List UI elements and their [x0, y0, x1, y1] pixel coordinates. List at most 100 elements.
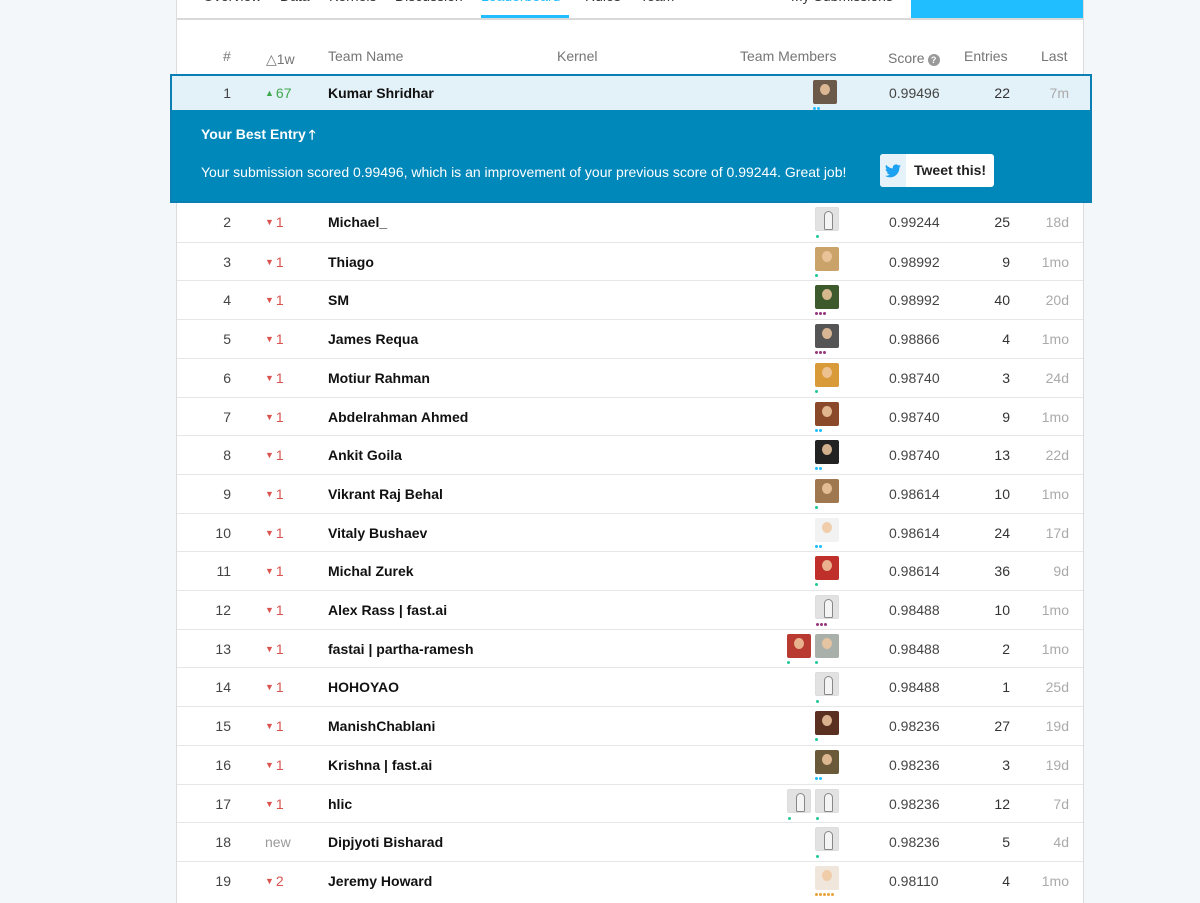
rank-change: ▲ 67 — [265, 85, 292, 101]
tab-overview[interactable]: Overview — [203, 0, 261, 18]
team-name-link[interactable]: Krishna | fast.ai — [328, 757, 432, 773]
last-submission: 1mo — [1041, 253, 1069, 270]
rank-change-value: 1 — [275, 756, 284, 773]
team-name-link[interactable]: Vikrant Raj Behal — [328, 486, 443, 502]
avatar[interactable] — [815, 478, 839, 509]
avatar[interactable] — [815, 827, 839, 859]
rank: 7 — [223, 408, 231, 425]
avatar[interactable] — [815, 749, 839, 780]
tab-rules[interactable]: Rules — [585, 0, 621, 18]
tier-indicator — [787, 660, 790, 664]
col-last[interactable]: Last — [1041, 48, 1067, 64]
rank-change: ▼ 1 — [265, 602, 284, 618]
team-name-link[interactable]: Dipjyoti Bisharad — [328, 834, 443, 850]
avatar[interactable] — [815, 517, 839, 548]
score: 0.98236 — [889, 718, 940, 735]
rank-change: ▼ 1 — [265, 447, 284, 463]
team-name-link[interactable]: Motiur Rahman — [328, 370, 430, 386]
team-name-link[interactable]: Ankit Goila — [328, 447, 402, 463]
rank-change: ▼ 1 — [265, 757, 284, 773]
rank: 11 — [216, 563, 231, 580]
avatar[interactable] — [815, 401, 839, 432]
tab-team[interactable]: Team — [640, 0, 674, 18]
col-entries[interactable]: Entries — [964, 48, 1008, 64]
tweet-label: Tweet this! — [914, 162, 987, 178]
entries: 24 — [994, 524, 1010, 541]
rank-change: new — [265, 834, 291, 850]
team-name-link[interactable]: ManishChablani — [328, 718, 435, 734]
tier-indicator — [815, 467, 822, 471]
tier-indicator — [788, 816, 791, 820]
help-icon[interactable]: ? — [927, 54, 940, 66]
team-name-link[interactable]: fastai | partha-ramesh — [328, 641, 474, 657]
tab-discussion[interactable]: Discussion — [395, 0, 463, 18]
col-rank[interactable]: # — [223, 48, 231, 64]
triangle-down-icon: ▼ — [265, 682, 274, 693]
rank-change: ▼ 1 — [265, 796, 284, 812]
triangle-down-icon: ▼ — [265, 721, 274, 732]
avatar[interactable] — [815, 595, 839, 626]
avatar[interactable] — [815, 324, 839, 355]
team-name-link[interactable]: Michal Zurek — [328, 563, 414, 579]
team-members — [815, 595, 839, 626]
rank-change-value: 1 — [275, 447, 284, 464]
triangle-down-icon: ▼ — [265, 411, 274, 422]
rank: 3 — [223, 253, 231, 270]
col-kernel: Kernel — [557, 48, 598, 64]
last-submission: 1mo — [1041, 872, 1069, 889]
avatar[interactable] — [815, 246, 839, 277]
last-submission: 19d — [1045, 756, 1069, 773]
team-name-link[interactable]: Thiago — [328, 254, 374, 270]
tab-kernels[interactable]: Kernels — [329, 0, 376, 18]
avatar[interactable] — [815, 788, 839, 820]
avatar[interactable] — [815, 711, 839, 742]
tab-leaderboard[interactable]: Leaderboard — [481, 0, 569, 18]
team-members — [815, 478, 839, 509]
tier-indicator — [815, 351, 826, 355]
col-score[interactable]: Score? — [888, 50, 940, 66]
team-name-link[interactable]: Jeremy Howard — [328, 873, 432, 889]
tweet-button[interactable]: Tweet this! — [880, 154, 994, 187]
col-delta[interactable]: △1w — [266, 51, 295, 68]
team-name-link[interactable]: Alex Rass | fast.ai — [328, 602, 447, 618]
avatar[interactable] — [815, 207, 839, 238]
avatar[interactable] — [815, 362, 839, 393]
team-name-link[interactable]: hlic — [328, 796, 352, 812]
avatar[interactable] — [815, 865, 839, 896]
team-name-link[interactable]: Kumar Shridhar — [328, 85, 434, 101]
submit-predictions-button[interactable]: Submit Predictions — [911, 0, 1083, 18]
avatar[interactable] — [815, 440, 839, 471]
table-row: 10 ▼ 1 Vitaly Bushaev 0.98614 24 17d — [177, 512, 1083, 552]
rank: 15 — [215, 718, 231, 735]
rank: 5 — [223, 331, 231, 348]
avatar[interactable] — [787, 788, 811, 820]
score: 0.98614 — [889, 563, 940, 580]
avatar[interactable] — [815, 285, 839, 316]
tab-data[interactable]: Data — [280, 0, 310, 18]
avatar[interactable] — [787, 633, 811, 664]
entries: 27 — [994, 718, 1010, 735]
tier-indicator — [815, 776, 822, 780]
team-name-link[interactable]: James Requa — [328, 331, 418, 347]
team-name-link[interactable]: Vitaly Bushaev — [328, 525, 427, 541]
team-name-link[interactable]: Michael_ — [328, 214, 387, 230]
table-row: 14 ▼ 1 HOHOYAO 0.98488 1 25d — [177, 667, 1083, 706]
score: 0.98740 — [889, 447, 940, 464]
avatar[interactable] — [815, 556, 839, 587]
last-submission: 18d — [1045, 214, 1069, 230]
col-team-name[interactable]: Team Name — [328, 48, 403, 64]
avatar[interactable] — [815, 672, 839, 704]
last-submission: 7m — [1049, 85, 1069, 101]
avatar[interactable] — [813, 80, 837, 110]
team-members — [787, 633, 839, 664]
avatar[interactable] — [815, 633, 839, 664]
entries: 1 — [1002, 679, 1010, 696]
tier-indicator — [815, 544, 822, 548]
table-row: 18 new Dipjyoti Bisharad 0.98236 5 4d — [177, 822, 1083, 861]
team-name-link[interactable]: Abdelrahman Ahmed — [328, 409, 468, 425]
team-members — [815, 207, 839, 238]
my-submissions-link[interactable]: My Submissions — [791, 0, 893, 18]
team-name-link[interactable]: HOHOYAO — [328, 679, 399, 695]
team-members — [815, 285, 839, 316]
team-name-link[interactable]: SM — [328, 292, 349, 308]
